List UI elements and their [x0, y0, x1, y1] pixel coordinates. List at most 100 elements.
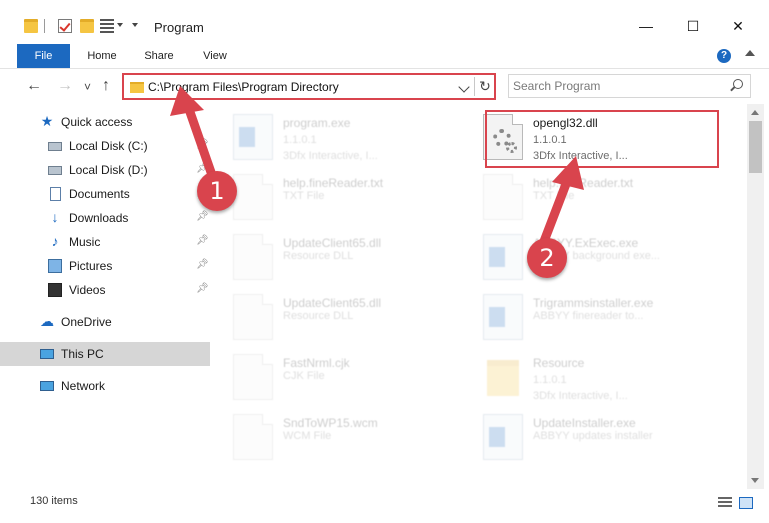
sidebar-item-label: Downloads — [69, 211, 129, 225]
music-icon: ♪ — [51, 233, 59, 249]
file-item[interactable]: UpdateClient65.dll Resource DLL — [211, 286, 461, 346]
wcm-file-icon — [233, 414, 273, 460]
pin-icon: 📌︎ — [196, 139, 209, 150]
file-name: help.fineReader.txt — [533, 176, 634, 190]
details-view-icon[interactable] — [718, 497, 732, 509]
file-name: UpdateInstaller.exe — [533, 416, 636, 430]
search-icon[interactable] — [733, 79, 743, 89]
pin-icon: 📌︎ — [196, 259, 209, 270]
file-item[interactable]: UpdateClient65.dll Resource DLL — [211, 226, 461, 286]
search-box[interactable] — [508, 74, 751, 98]
dll-file-icon — [233, 234, 273, 280]
properties-check-icon[interactable] — [58, 19, 72, 33]
address-path[interactable]: C:\Program Files\Program Directory — [148, 80, 339, 94]
exe-file-icon — [483, 414, 523, 460]
file-name: UpdateClient65.dll — [283, 236, 382, 250]
help-icon[interactable]: ? — [717, 49, 731, 63]
ribbon-tabs: File Home Share View — [0, 44, 769, 68]
network-icon — [40, 381, 54, 391]
tab-view[interactable]: View — [196, 44, 234, 68]
file-item[interactable]: help.fineReader.txt TXT File — [211, 166, 461, 226]
sidebar-item-label: Videos — [69, 283, 106, 297]
sidebar-item-label: Network — [61, 379, 106, 393]
file-name: help.fineReader.txt — [283, 176, 384, 190]
new-folder-icon[interactable] — [80, 19, 94, 33]
scroll-down-icon[interactable] — [751, 478, 759, 483]
file-version: 1.1.0.1 — [283, 134, 317, 146]
file-name: FastNrml.cjk — [283, 356, 350, 370]
file-item[interactable]: SndToWP15.wcm WCM File — [211, 406, 461, 466]
recent-locations-button[interactable]: ˅ — [84, 78, 91, 96]
tab-home[interactable]: Home — [80, 44, 124, 68]
file-item[interactable]: program.exe 1.1.0.1 3Dfx Interactive, I.… — [211, 106, 461, 166]
customize-quick-access-icon[interactable] — [132, 23, 138, 27]
view-properties-icon[interactable] — [100, 19, 114, 33]
folder-icon — [130, 82, 144, 93]
vertical-scrollbar[interactable] — [747, 104, 764, 489]
address-bar[interactable]: C:\Program Files\Program Directory ↻ — [122, 73, 496, 100]
folder-icon[interactable] — [24, 19, 38, 33]
up-button[interactable]: ↑ — [102, 77, 110, 95]
sidebar-item-pictures[interactable]: Pictures 📌︎ — [0, 254, 210, 278]
sidebar-item-onedrive[interactable]: ☁ OneDrive — [0, 310, 210, 334]
navigation-bar: ← → ˅ ↑ C:\Program Files\Program Directo… — [0, 68, 769, 104]
sidebar-item-network[interactable]: Network — [0, 374, 210, 398]
file-item[interactable]: Trigrammsinstaller.exe ABBYY finereader … — [461, 286, 711, 346]
quick-access-separator — [44, 19, 45, 33]
tab-file[interactable]: File — [17, 44, 70, 68]
sidebar-item-this-pc[interactable]: This PC — [0, 342, 210, 366]
file-name: Resource — [533, 356, 585, 370]
file-item[interactable]: Resource 1.1.0.1 3Dfx Interactive, I... — [461, 346, 711, 406]
pictures-icon — [48, 259, 62, 273]
text-file-icon — [483, 174, 523, 220]
refresh-button[interactable]: ↻ — [476, 76, 494, 97]
scroll-thumb[interactable] — [749, 121, 762, 173]
exe-file-icon — [233, 114, 273, 160]
file-type: TXT File — [533, 190, 575, 202]
sidebar-item-quick-access[interactable]: ★ Quick access — [0, 110, 210, 134]
folder-icon — [487, 360, 519, 396]
back-button[interactable]: ← — [26, 77, 42, 95]
sidebar-item-local-disk-c[interactable]: Local Disk (C:) 📌︎ — [0, 134, 210, 158]
file-company: 3Dfx Interactive, I... — [283, 150, 378, 162]
search-input[interactable] — [513, 77, 723, 95]
cjk-file-icon — [233, 354, 273, 400]
forward-button[interactable]: → — [57, 77, 73, 95]
sidebar-item-label: Local Disk (C:) — [69, 139, 148, 153]
file-name: program.exe — [283, 116, 351, 130]
file-item[interactable]: ABBYY.ExExec.exe ABBYY background exe... — [461, 226, 711, 286]
expand-ribbon-icon[interactable] — [745, 50, 755, 56]
file-item[interactable]: FastNrml.cjk CJK File — [211, 346, 461, 406]
cloud-icon: ☁ — [40, 313, 54, 329]
sidebar-item-label: Documents — [69, 187, 130, 201]
minimize-button[interactable]: — — [631, 16, 661, 36]
close-button[interactable]: ✕ — [723, 16, 753, 36]
address-separator — [474, 77, 475, 96]
file-item[interactable]: UpdateInstaller.exe ABBYY updates instal… — [461, 406, 711, 466]
file-name: Trigrammsinstaller.exe — [533, 296, 654, 310]
chevron-down-icon[interactable] — [117, 23, 123, 27]
status-bar: 130 items — [0, 489, 769, 523]
large-icons-view-icon[interactable] — [739, 497, 753, 509]
scroll-up-icon[interactable] — [751, 110, 759, 115]
exe-file-icon — [483, 294, 523, 340]
sidebar-item-label: Local Disk (D:) — [69, 163, 148, 177]
file-type: TXT File — [283, 190, 325, 202]
file-item[interactable]: help.fineReader.txt TXT File — [461, 166, 711, 226]
step-marker-1: 1 — [197, 171, 237, 211]
sidebar-item-local-disk-d[interactable]: Local Disk (D:) 📌︎ — [0, 158, 210, 182]
navigation-pane: ★ Quick access Local Disk (C:) 📌︎ Local … — [0, 104, 210, 489]
sidebar-item-videos[interactable]: Videos 📌︎ — [0, 278, 210, 302]
pin-icon: 📌︎ — [196, 235, 209, 246]
text-file-icon — [233, 174, 273, 220]
maximize-button[interactable]: ☐ — [678, 16, 708, 36]
tab-share[interactable]: Share — [138, 44, 180, 68]
sidebar-item-music[interactable]: ♪ Music 📌︎ — [0, 230, 210, 254]
title-bar: Program — ☐ ✕ — [0, 0, 769, 44]
disk-icon — [48, 142, 62, 151]
file-name: UpdateClient65.dll — [283, 296, 382, 310]
sidebar-item-documents[interactable]: Documents 📌︎ — [0, 182, 210, 206]
chevron-down-icon[interactable] — [458, 81, 470, 93]
sidebar-item-downloads[interactable]: ↓ Downloads 📌︎ — [0, 206, 210, 230]
exe-file-icon — [483, 234, 523, 280]
